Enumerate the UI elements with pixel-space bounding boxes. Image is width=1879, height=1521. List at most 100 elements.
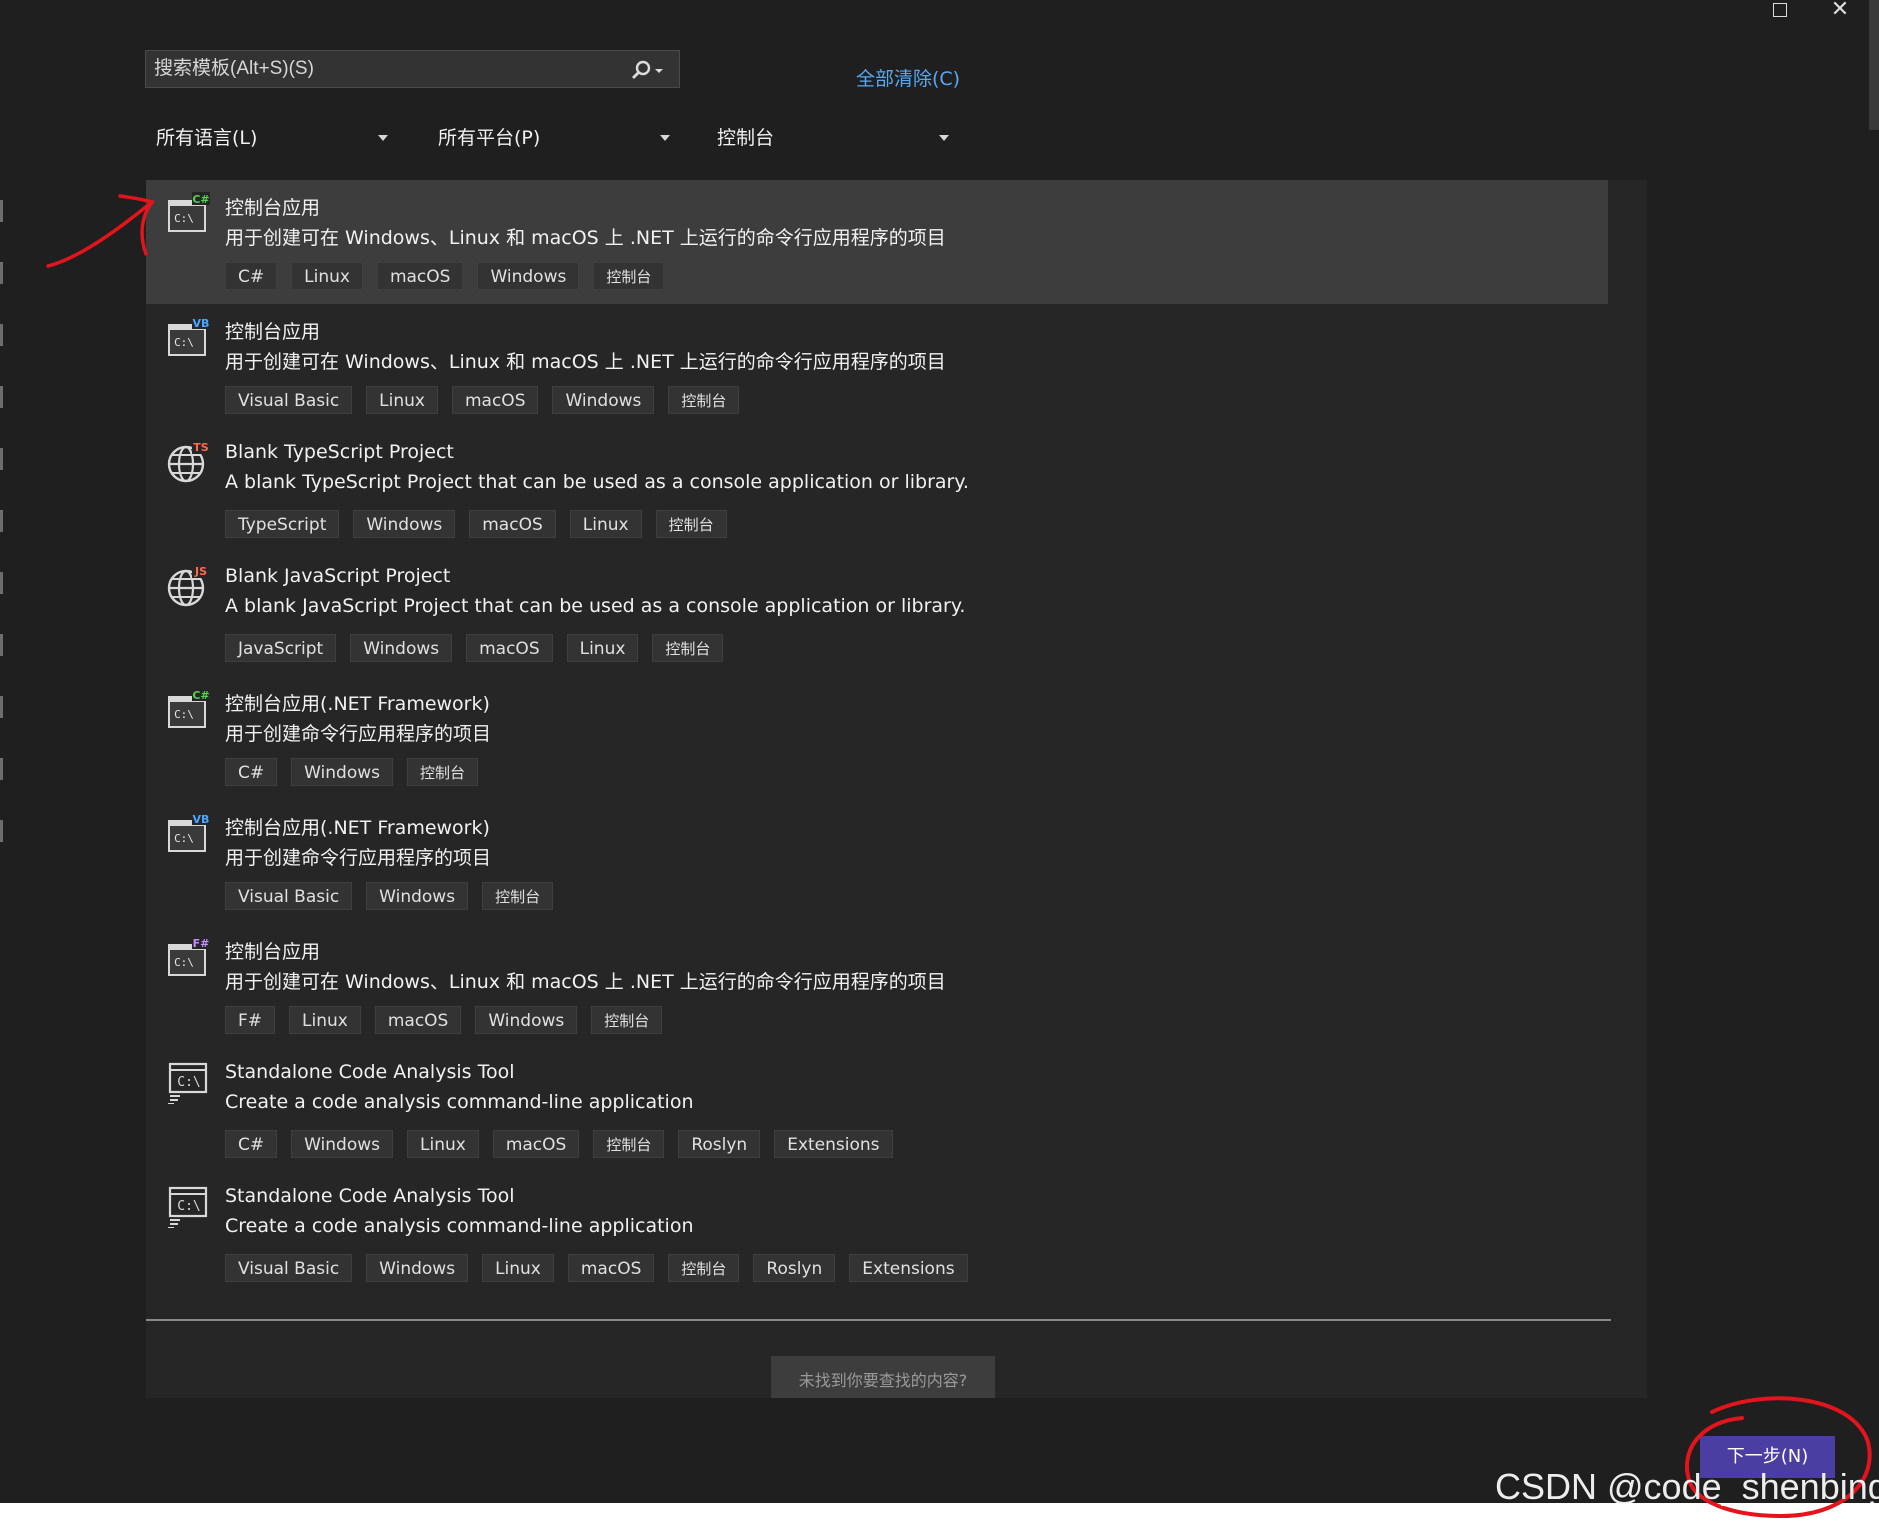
chevron-down-icon xyxy=(378,135,388,141)
template-tags: F# Linux macOS Windows 控制台 xyxy=(225,1006,663,1034)
template-tag: 控制台 xyxy=(593,262,665,290)
list-divider xyxy=(146,1319,1611,1321)
template-tag: Linux xyxy=(289,1006,361,1034)
template-tag: macOS xyxy=(451,386,539,414)
annotation-arrow-icon xyxy=(46,194,155,268)
template-tag: C# xyxy=(225,1130,278,1158)
project-type-filter-dropdown[interactable]: 控制台 xyxy=(717,122,952,154)
template-description: 用于创建命令行应用程序的项目 xyxy=(225,723,492,745)
template-tag: 控制台 xyxy=(668,1254,740,1282)
template-tag: 控制台 xyxy=(655,510,727,538)
template-item[interactable]: C:\ Standalone Code Analysis Tool Create a… xyxy=(146,1172,1608,1296)
template-item[interactable]: C:\ C# 控制台应用(.NET Framework) 用于创建命令行应用程序的项目… xyxy=(146,676,1608,800)
template-title: 控制台应用(.NET Framework) xyxy=(225,817,490,839)
template-title: Blank TypeScript Project xyxy=(225,441,454,463)
template-tag: Linux xyxy=(366,386,438,414)
search-icon[interactable] xyxy=(627,57,667,83)
template-tag: Windows xyxy=(366,1254,469,1282)
window-scrollbar[interactable] xyxy=(1869,0,1879,1503)
globe-javascript-icon: JS xyxy=(166,564,210,608)
left-edge-markers xyxy=(0,200,4,882)
new-project-dialog: ✕ 全部清除(C) 所有语言(L) 所有平台(P) 控制台 C:\ C# 控制台应用… xyxy=(0,0,1879,1503)
template-title: Blank JavaScript Project xyxy=(225,565,451,587)
project-type-filter-value: 控制台 xyxy=(717,127,775,149)
template-tag: Visual Basic xyxy=(225,1254,353,1282)
template-description: A blank TypeScript Project that can be u… xyxy=(225,471,969,493)
template-tag: C# xyxy=(225,758,278,786)
template-tag: macOS xyxy=(376,262,464,290)
console-fsharp-icon: C:\ F# xyxy=(166,936,210,980)
console-vb-icon: C:\ VB xyxy=(166,812,210,856)
template-tag: Linux xyxy=(566,634,639,662)
template-tag: Visual Basic xyxy=(225,882,353,910)
template-title: 控制台应用 xyxy=(225,941,321,963)
template-tag: 控制台 xyxy=(652,634,724,662)
search-input[interactable] xyxy=(154,51,614,87)
svg-text:JS: JS xyxy=(194,565,207,578)
scrollbar-thumb[interactable] xyxy=(1869,0,1879,130)
svg-text:C:\: C:\ xyxy=(177,1075,200,1090)
template-item[interactable]: C:\ F# 控制台应用用于创建可在 Windows、Linux 和 macOS 上… xyxy=(146,924,1608,1048)
template-tag: 控制台 xyxy=(407,758,479,786)
maximize-button[interactable] xyxy=(1755,0,1805,20)
svg-text:C:\: C:\ xyxy=(174,336,194,349)
template-list: C:\ C# 控制台应用 用于创建可在 Windows、Linux 和 macOS 上… xyxy=(146,180,1647,1398)
svg-text:TS: TS xyxy=(193,441,209,454)
close-button[interactable]: ✕ xyxy=(1815,0,1865,22)
template-tag: Roslyn xyxy=(678,1130,761,1158)
not-found-button[interactable]: 未找到你要查找的内容? xyxy=(771,1356,995,1398)
close-icon: ✕ xyxy=(1830,0,1850,22)
language-filter-dropdown[interactable]: 所有语言(L) xyxy=(156,122,391,154)
template-tag: macOS xyxy=(466,634,553,662)
template-tag: Linux xyxy=(569,510,642,538)
template-tag: Linux xyxy=(291,262,363,290)
template-item[interactable]: C:\ Standalone Code Analysis Tool Create a… xyxy=(146,1048,1608,1172)
template-tags: Visual Basic Linux macOS Windows 控制台 xyxy=(225,386,740,414)
template-tag: 控制台 xyxy=(591,1006,663,1034)
svg-text:F#: F# xyxy=(193,937,210,950)
template-tag: Windows xyxy=(366,882,469,910)
template-tag: C# xyxy=(225,262,278,290)
template-title: 控制台应用(.NET Framework) xyxy=(225,693,490,715)
code-analysis-icon: C:\ xyxy=(166,1184,210,1229)
template-tags: TypeScript Windows macOS Linux 控制台 xyxy=(225,510,727,538)
template-title: Standalone Code Analysis Tool xyxy=(225,1061,515,1083)
template-description: 用于创建可在 Windows、Linux 和 macOS 上 .NET 上运行的… xyxy=(225,971,946,993)
template-description: A blank JavaScript Project that can be u… xyxy=(225,595,966,617)
maximize-icon xyxy=(1773,3,1787,17)
template-tags: C# Windows Linux macOS 控制台 Roslyn Extensions xyxy=(225,1130,893,1158)
template-title: Standalone Code Analysis Tool xyxy=(225,1185,515,1207)
template-item[interactable]: C:\ C# 控制台应用 用于创建可在 Windows、Linux 和 macOS 上… xyxy=(146,180,1608,304)
template-tag: Extensions xyxy=(849,1254,968,1282)
platform-filter-dropdown[interactable]: 所有平台(P) xyxy=(438,122,673,154)
code-analysis-icon: C:\ xyxy=(166,1060,210,1105)
template-tag: macOS xyxy=(374,1006,462,1034)
watermark: CSDN @code_shenbing xyxy=(1495,1466,1879,1507)
template-item[interactable]: C:\ VB 控制台应用(.NET Framework) 用于创建命令行应用程序的项目… xyxy=(146,800,1608,924)
template-tag: Windows xyxy=(291,758,394,786)
template-tag: 控制台 xyxy=(482,882,554,910)
template-tag: Windows xyxy=(291,1130,394,1158)
template-tags: C# Windows 控制台 xyxy=(225,758,479,786)
template-tag: Visual Basic xyxy=(225,386,353,414)
template-item[interactable]: JS Blank JavaScript Project A blank JavaSc… xyxy=(146,552,1608,676)
template-tag: Linux xyxy=(407,1130,479,1158)
template-tag: JavaScript xyxy=(225,634,337,662)
template-description: 用于创建可在 Windows、Linux 和 macOS 上 .NET 上运行的… xyxy=(225,227,946,249)
template-tag: F# xyxy=(225,1006,276,1034)
clear-all-link[interactable]: 全部清除(C) xyxy=(856,64,960,91)
template-tag: Extensions xyxy=(774,1130,893,1158)
template-description: 用于创建可在 Windows、Linux 和 macOS 上 .NET 上运行的… xyxy=(225,351,946,373)
template-item[interactable]: TS Blank TypeScript Project A blank TypeSc… xyxy=(146,428,1608,552)
template-tags: C# Linux macOS Windows 控制台 xyxy=(225,262,665,290)
template-tags: Visual Basic Windows 控制台 xyxy=(225,882,554,910)
template-search-box[interactable] xyxy=(145,50,680,88)
template-tag: Windows xyxy=(552,386,655,414)
chevron-down-icon xyxy=(939,135,949,141)
template-tag: Roslyn xyxy=(753,1254,836,1282)
template-item[interactable]: C:\ VB 控制台应用 用于创建可在 Windows、Linux 和 macOS 上… xyxy=(146,304,1608,428)
chevron-down-icon xyxy=(660,135,670,141)
console-vb-icon: C:\ VB xyxy=(166,316,210,360)
template-tag: Linux xyxy=(482,1254,554,1282)
template-tag: Windows xyxy=(477,262,580,290)
